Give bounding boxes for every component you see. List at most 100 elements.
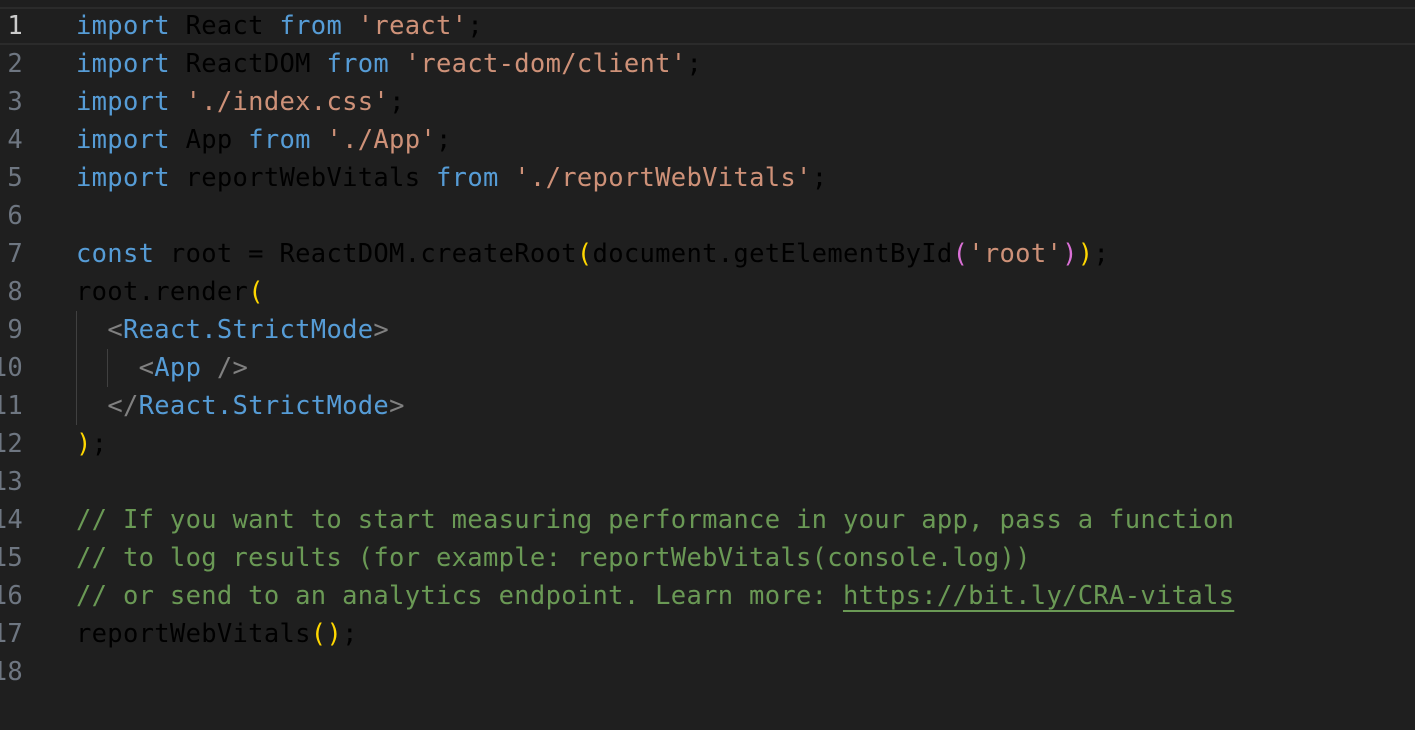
code-token: ; (686, 49, 703, 79)
code-token: ReactDOM (169, 49, 327, 79)
code-line[interactable]: 12); (0, 425, 1415, 463)
code-line[interactable]: 16 // or send to an analytics endpoint. L… (0, 577, 1415, 615)
code-token: React.StrictMode (138, 391, 390, 421)
code-token: () (310, 619, 343, 649)
code-token: import (76, 125, 170, 155)
code-line[interactable]: 8 root.render( (0, 273, 1415, 311)
code-token: reportWebVitals (169, 163, 437, 193)
code-token: ) (1062, 239, 1078, 269)
code-line[interactable]: 10 <App /> (0, 349, 1415, 387)
code-token: React (169, 11, 280, 41)
code-link[interactable]: https://bit.ly/CRA-vitals (843, 581, 1234, 611)
line-number: 15 (0, 543, 23, 573)
code-line[interactable]: 3 import './index.css'; (0, 83, 1415, 121)
code-token: import (76, 87, 170, 117)
code-token: ; (91, 429, 108, 459)
code-token: React.StrictMode (122, 315, 374, 345)
code-token: root = ReactDOM.createRoot (154, 239, 577, 269)
line-number: 16 (0, 581, 23, 611)
code-token: reportWebVitals (76, 619, 311, 649)
code-token: './App' (326, 125, 437, 155)
code-line[interactable]: 7 const root = ReactDOM.createRoot (docume… (0, 235, 1415, 273)
code-token: ; (342, 619, 358, 649)
code-text: const root = ReactDOM.createRoot (documen… (76, 235, 1109, 273)
line-number: 6 (7, 201, 23, 231)
code-token: ( (952, 239, 969, 269)
code-line[interactable]: 18 (0, 653, 1415, 691)
code-text: import App from './App'; (76, 121, 452, 159)
code-token: // to log results (for example: reportWe… (76, 543, 1031, 573)
code-token: 'root' (968, 239, 1063, 269)
code-line[interactable]: 4 import App from './App'; (0, 121, 1415, 159)
code-text: root.render( (76, 273, 264, 311)
line-number: 18 (0, 657, 23, 687)
code-text: </React.StrictMode> (76, 387, 405, 425)
code-token: ; (467, 11, 483, 41)
code-token: from (248, 125, 311, 155)
code-token: 'react-dom/client' (404, 49, 687, 79)
line-number: 8 (7, 277, 23, 307)
code-line[interactable]: 1 import React from 'react'; (0, 7, 1415, 45)
line-number: 1 (7, 11, 23, 41)
line-number: 2 (7, 49, 23, 79)
code-line[interactable]: 5 import reportWebVitals from './reportWe… (0, 159, 1415, 197)
line-number: 13 (0, 467, 23, 497)
code-token: </ (107, 391, 139, 421)
indent-guide (107, 349, 108, 387)
code-editor[interactable]: 1 import React from 'react'; 2 import React… (0, 0, 1415, 730)
code-token: ) (1077, 239, 1094, 269)
code-token: < (107, 315, 123, 345)
code-line[interactable]: 2 import ReactDOM from 'react-dom/client'… (0, 45, 1415, 83)
code-token: 'react' (357, 11, 468, 41)
code-text: ); (76, 425, 107, 463)
code-text: import ReactDOM from 'react-dom/client'; (76, 45, 702, 83)
code-token: > (389, 391, 405, 421)
code-text: <React.StrictMode> (76, 311, 389, 349)
code-text: import './index.css'; (76, 83, 405, 121)
line-number: 9 (7, 315, 23, 345)
code-token: ; (389, 87, 405, 117)
code-token: root.render (76, 277, 249, 307)
code-line[interactable]: 6 (0, 197, 1415, 235)
line-number: 7 (7, 239, 23, 269)
code-token: App (169, 125, 249, 155)
code-token: ; (436, 125, 452, 155)
line-number: 4 (7, 125, 23, 155)
code-token: ( (248, 277, 264, 307)
indent-guide (76, 311, 77, 425)
code-token: from (279, 11, 343, 41)
line-number: 3 (7, 87, 23, 117)
line-number: 11 (0, 391, 23, 421)
code-line[interactable]: 14 // If you want to start measuring perf… (0, 501, 1415, 539)
code-text: reportWebVitals(); (76, 615, 358, 653)
code-text: import reportWebVitals from './reportWeb… (76, 159, 827, 197)
code-token: // or send to an analytics endpoint. Lea… (76, 581, 843, 611)
code-token: > (373, 315, 390, 345)
code-line[interactable]: 13 (0, 463, 1415, 501)
code-token: from (436, 163, 499, 193)
code-token: // If you want to start measuring perfor… (76, 505, 1235, 535)
code-token: const (76, 239, 155, 269)
code-text: // or send to an analytics endpoint. Lea… (76, 577, 1234, 615)
code-line[interactable]: 9 <React.StrictMode> (0, 311, 1415, 349)
line-number: 17 (0, 619, 23, 649)
line-number: 14 (0, 505, 23, 535)
code-text: <App /> (76, 349, 248, 387)
code-line[interactable]: 15 // to log results (for example: report… (0, 539, 1415, 577)
code-line[interactable]: 17 reportWebVitals(); (0, 615, 1415, 653)
code-text: // to log results (for example: reportWe… (76, 539, 1031, 577)
code-line[interactable]: 11 </React.StrictMode> (0, 387, 1415, 425)
code-token: document.getElementById (592, 239, 953, 269)
code-token: ) (76, 429, 92, 459)
code-text: // If you want to start measuring perfor… (76, 501, 1234, 539)
code-token: import (76, 11, 170, 41)
code-token: import (76, 163, 170, 193)
line-number: 10 (0, 353, 23, 383)
code-token: from (326, 49, 390, 79)
